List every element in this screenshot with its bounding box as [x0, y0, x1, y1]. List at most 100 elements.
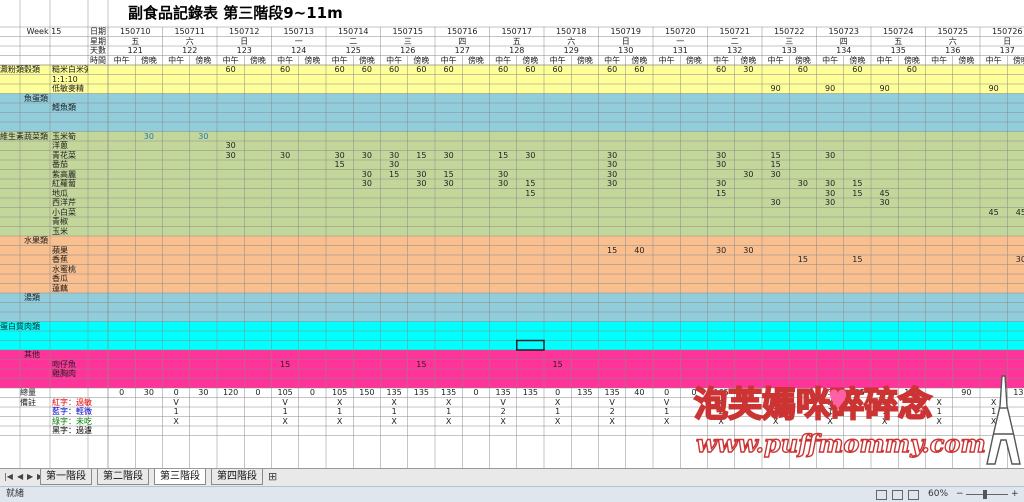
mark-cell[interactable]: X	[817, 398, 844, 407]
meal-evening-cell[interactable]: 傍晚	[1007, 56, 1024, 65]
mark-cell[interactable]: X	[653, 417, 680, 426]
mark-cell[interactable]: 1	[980, 407, 1007, 416]
value-cell[interactable]: 60	[217, 65, 244, 74]
date-cell[interactable]: 150717	[490, 27, 545, 36]
mark-cell[interactable]: 1	[653, 407, 680, 416]
meal-noon-cell[interactable]: 中午	[871, 56, 898, 65]
total-cell[interactable]: 135	[517, 388, 544, 397]
mark-cell[interactable]: 2	[490, 407, 517, 416]
zoom-slider[interactable]	[966, 494, 1008, 495]
meal-noon-cell[interactable]: 中午	[272, 56, 299, 65]
value-cell[interactable]: 30	[789, 179, 816, 188]
food-name[interactable]: 低敏麥精	[52, 84, 88, 93]
mark-cell[interactable]: X	[381, 417, 408, 426]
sheet-tab[interactable]: 第四階段	[211, 469, 263, 485]
value-cell[interactable]: 30	[599, 160, 626, 169]
weekday-cell[interactable]: 三	[762, 37, 817, 46]
value-cell[interactable]: 60	[435, 65, 462, 74]
date-cell[interactable]: 150719	[599, 27, 654, 36]
mark-cell[interactable]: V	[490, 398, 517, 407]
value-cell[interactable]: 60	[844, 65, 871, 74]
day-cell[interactable]: 121	[108, 46, 163, 55]
weekday-cell[interactable]: 一	[272, 37, 327, 46]
weekday-cell[interactable]: 日	[980, 37, 1024, 46]
value-cell[interactable]: 30	[353, 151, 380, 160]
date-cell[interactable]: 150726	[980, 27, 1024, 36]
subcategory-label[interactable]: 魚蛋類	[24, 94, 52, 103]
sheet-tab[interactable]: 第二階段	[97, 469, 149, 485]
total-cell[interactable]: 135	[817, 388, 844, 397]
value-cell[interactable]: 15	[708, 189, 735, 198]
value-cell[interactable]: 60	[408, 65, 435, 74]
value-cell[interactable]: 30	[735, 170, 762, 179]
subcategory-label[interactable]: 蔬菜類	[24, 132, 52, 141]
total-cell[interactable]: 195	[844, 388, 871, 397]
sheet-tab[interactable]: 第一階段	[40, 469, 92, 485]
weekday-cell[interactable]: 六	[544, 37, 599, 46]
zoom-slider-thumb[interactable]	[983, 490, 987, 499]
value-cell[interactable]: 30	[381, 160, 408, 169]
value-cell[interactable]: 15	[844, 189, 871, 198]
mark-cell[interactable]: X	[871, 398, 898, 407]
day-cell[interactable]: 128	[490, 46, 545, 55]
date-cell[interactable]: 150715	[381, 27, 436, 36]
weekday-cell[interactable]: 三	[381, 37, 436, 46]
date-cell[interactable]: 150722	[762, 27, 817, 36]
value-cell[interactable]: 15	[544, 360, 571, 369]
day-cell[interactable]: 125	[326, 46, 381, 55]
weekday-cell[interactable]: 四	[817, 37, 872, 46]
mark-cell[interactable]: 1	[326, 407, 353, 416]
day-cell[interactable]: 134	[817, 46, 872, 55]
food-name[interactable]: 香蕉	[52, 255, 88, 264]
weekday-cell[interactable]: 四	[435, 37, 490, 46]
next-sheet-icon[interactable]: ▶	[27, 472, 33, 481]
date-cell[interactable]: 150713	[272, 27, 327, 36]
day-cell[interactable]: 136	[926, 46, 981, 55]
first-sheet-icon[interactable]: |◀	[4, 472, 13, 481]
mark-cell[interactable]: 1	[435, 407, 462, 416]
meal-noon-cell[interactable]: 中午	[163, 56, 190, 65]
value-cell[interactable]: 30	[599, 179, 626, 188]
meal-noon-cell[interactable]: 中午	[217, 56, 244, 65]
value-cell[interactable]: 60	[599, 65, 626, 74]
total-cell[interactable]: 90	[953, 388, 980, 397]
row-label-0[interactable]: 日期	[90, 27, 108, 36]
value-cell[interactable]: 30	[353, 170, 380, 179]
value-cell[interactable]: 15	[844, 179, 871, 188]
total-cell[interactable]: 0	[462, 388, 489, 397]
total-cell[interactable]: 135	[435, 388, 462, 397]
food-name[interactable]: 西洋芹	[52, 198, 88, 207]
value-cell[interactable]: 15	[408, 360, 435, 369]
normal-view-icon[interactable]	[876, 490, 887, 500]
total-cell[interactable]: 30	[735, 388, 762, 397]
value-cell[interactable]: 30	[408, 179, 435, 188]
value-cell[interactable]: 15	[599, 246, 626, 255]
value-cell[interactable]: 60	[272, 65, 299, 74]
mark-cell[interactable]: X	[544, 417, 571, 426]
value-cell[interactable]: 15	[435, 170, 462, 179]
mark-cell[interactable]: X	[435, 398, 462, 407]
mark-cell[interactable]: 2	[708, 407, 735, 416]
value-cell[interactable]: 30	[708, 179, 735, 188]
food-name[interactable]: 香瓜	[52, 274, 88, 283]
meal-evening-cell[interactable]: 傍晚	[735, 56, 762, 65]
value-cell[interactable]: 15	[762, 160, 789, 169]
food-name[interactable]: 鱈魚類	[52, 103, 88, 112]
value-cell[interactable]: 60	[708, 65, 735, 74]
value-cell[interactable]: 30	[408, 170, 435, 179]
day-cell[interactable]: 122	[163, 46, 218, 55]
mark-cell[interactable]: X	[980, 417, 1007, 426]
mark-cell[interactable]: 1	[926, 407, 953, 416]
subcategory-label[interactable]: 其他	[24, 350, 52, 359]
mark-cell[interactable]: V	[762, 398, 789, 407]
prev-sheet-icon[interactable]: ◀	[17, 472, 23, 481]
weekday-cell[interactable]: 六	[926, 37, 981, 46]
value-cell[interactable]: 30	[599, 151, 626, 160]
weekday-cell[interactable]: 五	[490, 37, 545, 46]
food-name[interactable]: 蓮藕	[52, 284, 88, 293]
total-cell[interactable]: 0	[108, 388, 135, 397]
total-cell[interactable]: 150	[353, 388, 380, 397]
row-label-1[interactable]: 星期	[90, 37, 108, 46]
page-break-icon[interactable]	[908, 490, 919, 500]
value-cell[interactable]: 90	[980, 84, 1007, 93]
